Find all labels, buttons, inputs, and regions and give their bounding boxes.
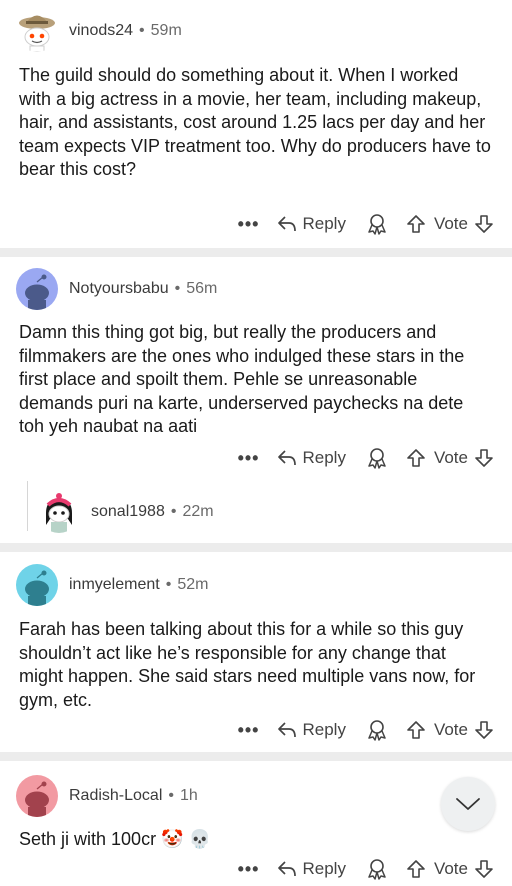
reply-header: sonal1988 • 22m <box>38 491 214 533</box>
upvote-arrow-icon[interactable] <box>406 448 426 468</box>
scroll-down-button[interactable] <box>441 777 495 831</box>
timestamp: 52m <box>177 576 209 593</box>
vote-label: Vote <box>433 859 468 878</box>
username[interactable]: Notyoursbabu <box>69 280 169 298</box>
reply-arrow-icon <box>278 861 297 877</box>
upvote-arrow-icon[interactable] <box>406 214 426 234</box>
reply-label: Reply <box>302 214 346 233</box>
upvote-arrow-icon[interactable] <box>406 720 426 740</box>
reply-arrow-icon <box>278 722 297 738</box>
comment-separator <box>0 248 512 257</box>
award-icon <box>368 214 386 235</box>
vote-label: Vote <box>433 214 468 233</box>
reply-button[interactable]: Reply <box>277 448 346 468</box>
more-options-button[interactable]: ••• <box>238 860 260 878</box>
meta-separator: • <box>165 576 172 593</box>
vote-control: Vote <box>406 859 494 879</box>
avatar[interactable] <box>16 10 58 52</box>
thread-line[interactable] <box>27 481 28 531</box>
downvote-arrow-icon[interactable] <box>474 214 494 234</box>
avatar[interactable] <box>16 268 58 310</box>
username[interactable]: sonal1988 <box>91 503 165 521</box>
award-button[interactable] <box>366 447 388 469</box>
meta-separator: • <box>168 787 174 804</box>
reply-label: Reply <box>302 448 346 467</box>
reply-button[interactable]: Reply <box>277 214 346 234</box>
comment-actions: ••• Reply Vote <box>238 716 494 744</box>
meta-separator: • <box>170 503 177 520</box>
timestamp: 56m <box>186 280 218 297</box>
timestamp: 22m <box>182 503 214 520</box>
comment-actions: ••• Reply Vote <box>238 444 494 472</box>
meta-separator: • <box>174 280 181 297</box>
snoo-girl-avatar-icon <box>46 493 72 533</box>
comment-header: inmyelement • 52m <box>16 564 208 606</box>
vote-control: Vote <box>406 720 494 740</box>
upvote-arrow-icon[interactable] <box>406 859 426 879</box>
downvote-arrow-icon[interactable] <box>474 448 494 468</box>
vote-label: Vote <box>433 448 468 467</box>
snoo-avatar-icon <box>25 274 49 310</box>
reply-arrow-icon <box>278 450 297 466</box>
comment-header: Notyoursbabu • 56m <box>16 268 217 310</box>
meta-separator: • <box>139 22 145 39</box>
downvote-arrow-icon[interactable] <box>474 720 494 740</box>
more-options-button[interactable]: ••• <box>238 215 260 233</box>
comment-header: vinods24 • 59m <box>16 10 182 52</box>
snoo-avatar-icon <box>25 570 49 606</box>
award-button[interactable] <box>366 719 388 741</box>
reply-label: Reply <box>302 720 346 739</box>
comment-actions: ••• Reply Vote <box>238 210 494 238</box>
chevron-down-icon <box>456 798 480 810</box>
vote-control: Vote <box>406 448 494 468</box>
comment-vinods24: vinods24 • 59m The guild should do somet… <box>0 0 512 248</box>
comment-actions: ••• Reply Vote <box>238 855 494 883</box>
vote-control: Vote <box>406 214 494 234</box>
vote-label: Vote <box>433 720 468 739</box>
username[interactable]: inmyelement <box>69 576 160 594</box>
award-button[interactable] <box>366 213 388 235</box>
comment-notyoursbabu: Notyoursbabu • 56m Damn this thing got b… <box>0 257 512 543</box>
snoo-avatar-icon <box>25 781 49 817</box>
reply-button[interactable]: Reply <box>277 720 346 740</box>
comment-body: Seth ji with 100cr 🤡 💀 <box>19 829 211 849</box>
award-icon <box>368 448 386 469</box>
reply-arrow-icon <box>278 216 297 232</box>
downvote-arrow-icon[interactable] <box>474 859 494 879</box>
avatar[interactable] <box>16 564 58 606</box>
username[interactable]: Radish-Local <box>69 787 162 805</box>
award-icon <box>368 859 386 880</box>
snoo-hat-avatar-icon <box>19 15 55 52</box>
comment-separator <box>0 543 512 552</box>
comment-body: Damn this thing got big, but really the … <box>19 322 465 437</box>
avatar[interactable] <box>16 775 58 817</box>
award-button[interactable] <box>366 858 388 880</box>
comment-inmyelement: inmyelement • 52m Farah has been talking… <box>0 552 512 752</box>
comment-radish-local: Radish-Local • 1h Seth ji with 100cr 🤡 💀… <box>0 761 512 886</box>
comment-body: The guild should do something about it. … <box>19 65 491 180</box>
reply-label: Reply <box>302 859 346 878</box>
more-options-button[interactable]: ••• <box>238 721 260 739</box>
comment-header: Radish-Local • 1h <box>16 775 198 817</box>
reply-button[interactable]: Reply <box>277 859 346 879</box>
username[interactable]: vinods24 <box>69 22 133 40</box>
timestamp: 59m <box>150 22 182 39</box>
comment-body: Farah has been talking about this for a … <box>19 619 476 710</box>
timestamp: 1h <box>180 787 198 804</box>
more-options-button[interactable]: ••• <box>238 449 260 467</box>
comment-separator <box>0 752 512 761</box>
award-icon <box>368 720 386 741</box>
avatar[interactable] <box>38 491 80 533</box>
